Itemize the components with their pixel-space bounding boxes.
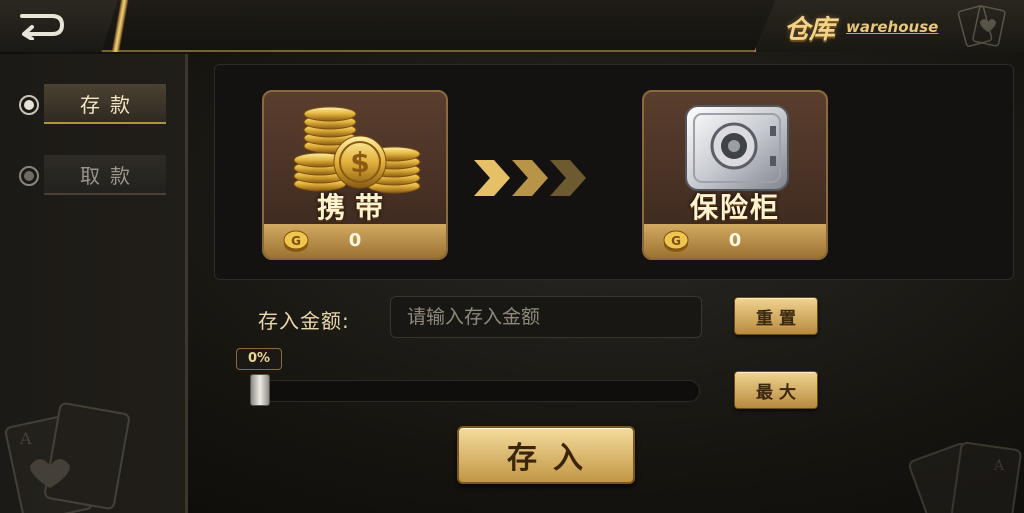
amount-slider-track[interactable] — [252, 380, 700, 402]
safe-balance-bar: G 0 — [644, 224, 826, 258]
gold-coins-icon: $ — [293, 106, 421, 194]
safe-tile: 保险柜 G 0 — [642, 90, 828, 260]
top-bar: 仓库 warehouse — [0, 0, 1024, 52]
max-button[interactable]: 最大 — [734, 371, 818, 409]
safe-icon — [685, 105, 789, 191]
header-divider-stripe — [104, 0, 136, 52]
safe-label: 保险柜 — [689, 191, 780, 224]
amount-input[interactable] — [390, 296, 702, 338]
radio-unselected-icon — [19, 166, 39, 186]
radio-selected-icon — [19, 95, 39, 115]
sidebar-item-withdraw[interactable]: 取款 — [44, 155, 166, 195]
page-subtitle: warehouse — [846, 18, 939, 36]
carry-balance-bar: G 0 — [264, 224, 446, 258]
svg-text:A: A — [993, 458, 1005, 474]
carry-tile: $ 携带 G 0 — [262, 90, 448, 260]
svg-text:G: G — [291, 234, 301, 248]
page-title: 仓库 — [784, 15, 835, 45]
playing-cards-decoration-right-icon: A — [908, 441, 1022, 513]
playing-cards-decoration-icon: A — [4, 402, 130, 513]
amount-slider-thumb[interactable] — [250, 374, 270, 406]
svg-text:G: G — [671, 234, 681, 248]
back-arrow-icon — [20, 14, 65, 40]
reset-button[interactable]: 重置 — [734, 297, 818, 335]
carry-label: 携带 — [316, 191, 393, 224]
percent-badge: 0% — [236, 348, 282, 370]
deposit-button[interactable]: 存入 — [457, 426, 635, 484]
playing-card-icon — [957, 5, 1006, 47]
coin-icon: G — [663, 230, 689, 252]
transfer-arrows-icon — [474, 160, 586, 196]
carry-value: 0 — [348, 230, 362, 251]
svg-text:A: A — [19, 429, 32, 448]
svg-text:$: $ — [350, 146, 369, 179]
sidebar-item-deposit[interactable]: 存款 — [44, 84, 166, 124]
coin-icon: G — [283, 230, 309, 252]
back-button[interactable] — [0, 0, 118, 52]
safe-value: 0 — [728, 230, 742, 251]
amount-label: 存入金额: — [258, 309, 350, 333]
